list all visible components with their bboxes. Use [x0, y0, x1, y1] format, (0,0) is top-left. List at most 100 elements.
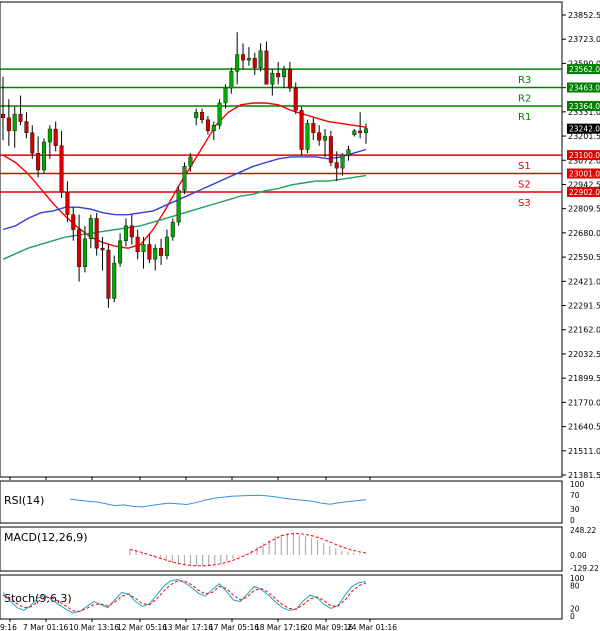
candle-bear: [328, 136, 333, 163]
rsi-panel[interactable]: RSI(14) 100 70 30 0: [0, 480, 585, 525]
stoch-tick-label: 0: [570, 612, 575, 621]
candle-bear: [30, 132, 35, 154]
candle-bear: [65, 192, 70, 215]
candle-bull: [47, 128, 52, 143]
candle-bear: [358, 130, 363, 133]
candle-bear: [311, 123, 316, 133]
stoch-tick-label: 80: [570, 582, 580, 591]
candle-bear: [205, 119, 210, 132]
time-axis: 9:16 7 Mar 01:16 10 Mar 13:1612 Mar 05:161…: [0, 619, 397, 631]
candle-bull: [118, 240, 123, 264]
candle-bull: [323, 136, 328, 141]
candle-bull: [82, 238, 87, 267]
macd-panel[interactable]: MACD(12,26,9) 248.22 0.00 -129.22: [0, 526, 599, 573]
candle-bull: [41, 141, 46, 171]
price-panel[interactable]: R3R2R1S1S2S3 23852.523723.023590.023460.…: [0, 1, 600, 480]
price-tick-label: 22550.5: [568, 253, 600, 262]
macd-tick-label: 248.22: [570, 526, 596, 535]
level-label-s2: S2: [518, 180, 531, 191]
candle-bear: [71, 214, 76, 230]
rsi-title: RSI(14): [4, 494, 44, 507]
level-label-s3: S3: [518, 198, 531, 209]
candle-bull: [12, 113, 17, 132]
price-tick-label: 23723.0: [568, 35, 600, 44]
time-tick-label: 17 Mar 05:16: [209, 623, 259, 631]
level-tag: 23463.0: [569, 84, 600, 93]
candle-bear: [299, 110, 304, 150]
level-tag: 23001.0: [569, 170, 600, 179]
rsi-tick-label: 70: [570, 491, 580, 500]
price-tick-label: 22032.5: [568, 350, 600, 359]
candle-bear: [100, 247, 105, 251]
candle-bull: [217, 102, 222, 126]
time-tick-label: 13 Mar 17:16: [163, 623, 213, 631]
level-label-r1: R1: [518, 112, 531, 123]
candle-bull: [176, 190, 181, 223]
price-tick-label: 22291.5: [568, 302, 600, 311]
candle-bear: [6, 117, 11, 132]
level-tag: 23562.0: [569, 65, 600, 74]
rsi-panel-frame: [0, 480, 563, 524]
level-tag: 23100.0: [569, 151, 600, 160]
candle-bull: [170, 221, 175, 238]
candle-bull: [364, 128, 369, 133]
stoch-panel-frame: [0, 574, 563, 620]
candle-bull: [188, 156, 193, 167]
time-tick-label: 7 Mar 01:16: [23, 623, 69, 631]
level-tag: 22902.0: [569, 188, 600, 197]
time-tick-label: 18 Mar 17:16: [255, 623, 305, 631]
price-tick-label: 23852.5: [568, 11, 600, 20]
candle-bull: [282, 69, 287, 78]
candle-bull: [123, 225, 128, 241]
candle-bull: [246, 58, 251, 61]
macd-title: MACD(12,26,9): [4, 531, 88, 544]
price-tick-label: 22421.0: [568, 277, 600, 286]
current-price-tag: 23242.0: [569, 125, 600, 134]
candle-bear: [159, 247, 164, 256]
candle-bear: [94, 218, 99, 249]
candle-bear: [317, 132, 322, 141]
stoch-axis: 10080200: [570, 574, 585, 621]
level-tag: 23364.0: [569, 102, 600, 111]
candle-bear: [24, 121, 29, 133]
time-tick-label: 20 Mar 09:16: [303, 623, 353, 631]
candle-bear: [334, 162, 339, 169]
price-tick-label: 21381.5: [568, 471, 600, 480]
candle-bull: [164, 236, 169, 256]
price-tick-label: 21640.5: [568, 423, 600, 432]
price-tick-label: 21770.0: [568, 398, 600, 407]
price-axis: 23852.523723.023590.023460.523331.023201…: [562, 11, 600, 480]
price-tick-label: 21511.0: [568, 447, 600, 456]
candle-bull: [346, 149, 351, 156]
rsi-tick-label: 100: [570, 480, 585, 489]
price-tick-label: 22809.5: [568, 205, 600, 214]
price-tick-label: 22162.0: [568, 326, 600, 335]
candle-bull: [141, 244, 146, 253]
rsi-tick-label: 30: [570, 505, 580, 514]
candle-bull: [258, 50, 263, 68]
candle-bear: [200, 112, 205, 120]
candle-bull: [305, 123, 310, 150]
level-label-r3: R3: [518, 75, 531, 86]
candle-bear: [135, 236, 140, 253]
stoch-panel[interactable]: Stoch(9,6,3) 10080200: [0, 574, 585, 621]
candle-bull: [153, 247, 158, 260]
price-tags: 23562.0 23463.0 23364.0 23100.0 23001.0 22902…: [567, 64, 600, 197]
macd-tick-label: 0.00: [570, 551, 587, 560]
candle-bear: [36, 153, 41, 171]
candle-bear: [252, 58, 257, 68]
time-tick-label: 24 Mar 01:16: [347, 623, 397, 631]
candle-bull: [211, 125, 216, 132]
candle-bear: [77, 229, 82, 267]
rsi-tick-label: 0: [570, 516, 575, 525]
price-tick-label: 22680.0: [568, 229, 600, 238]
candle-bear: [241, 54, 246, 61]
candle-bull: [352, 130, 357, 135]
time-tick-label: 12 Mar 05:16: [117, 623, 167, 631]
macd-axis: 248.22 0.00 -129.22: [570, 526, 599, 573]
candle-bull: [182, 166, 187, 191]
candle-bull: [194, 112, 199, 119]
candle-bear: [1, 113, 5, 119]
candle-bull: [235, 54, 240, 72]
candle-bull: [88, 218, 93, 240]
